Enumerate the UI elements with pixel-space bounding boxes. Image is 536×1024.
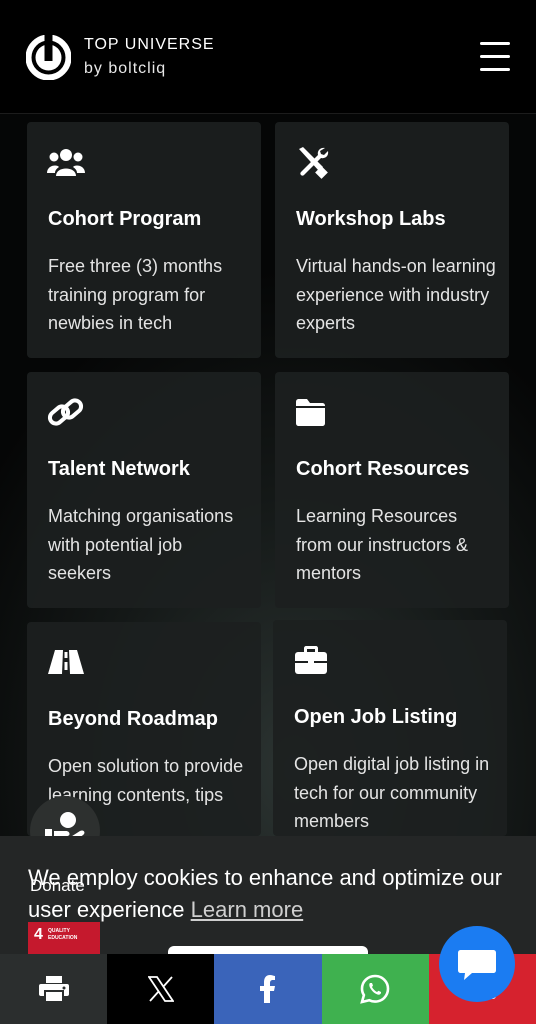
card-cohort-resources[interactable]: Cohort Resources Learning Resources from… (275, 372, 509, 608)
tools-icon (299, 147, 329, 179)
card-description: Learning Resources from our instructors … (296, 506, 469, 583)
card-title: Talent Network (48, 458, 190, 480)
card-talent-network[interactable]: Talent Network Matching organisations wi… (27, 372, 261, 608)
top-universe-logo[interactable] (26, 35, 71, 80)
card-title: Beyond Roadmap (48, 708, 219, 730)
folder-icon (296, 399, 325, 426)
menu-line (480, 68, 510, 71)
link-icon (47, 398, 84, 426)
brand-subtitle: by boltcliq (84, 60, 167, 77)
sdg-number: 4 (34, 926, 43, 943)
x-logo-icon (147, 976, 174, 1002)
share-whatsapp-button[interactable] (321, 954, 429, 1024)
brand-title: TOP UNIVERSE (84, 36, 215, 53)
card-description: Open digital job listing in tech for our… (294, 754, 490, 831)
sdg-quality-education-badge[interactable]: 4 QUALITY EDUCATION (28, 922, 100, 956)
site-header: TOP UNIVERSE by boltcliq (0, 0, 536, 114)
menu-line (480, 55, 510, 58)
chat-bubble-icon (458, 950, 496, 980)
briefcase-icon (295, 646, 327, 674)
share-print-button[interactable] (0, 954, 108, 1024)
card-title: Workshop Labs (296, 208, 446, 230)
card-description: Matching organisations with potential jo… (48, 506, 234, 583)
hamburger-menu-button[interactable] (478, 40, 512, 74)
learn-more-link[interactable]: Learn more (191, 897, 304, 922)
print-icon (38, 976, 69, 1002)
sdg-label: QUALITY EDUCATION (48, 928, 78, 941)
donate-label[interactable]: Donate (30, 876, 85, 896)
share-x-button[interactable] (107, 954, 215, 1024)
card-description: Free three (3) months training program f… (48, 256, 223, 333)
facebook-icon (260, 975, 275, 1003)
card-title: Open Job Listing (294, 706, 458, 728)
cookie-message-container: We employ cookies to enhance and optimiz… (28, 862, 518, 926)
card-cohort-program[interactable]: Cohort Program Free three (3) months tra… (27, 122, 261, 358)
card-open-job-listing[interactable]: Open Job Listing Open digital job listin… (273, 620, 507, 836)
users-group-icon (47, 149, 85, 176)
menu-line (480, 42, 510, 45)
card-title: Cohort Resources (296, 458, 470, 480)
card-description: Virtual hands-on learning experience wit… (296, 256, 496, 333)
chat-button[interactable] (439, 926, 515, 1002)
road-icon (48, 650, 84, 674)
card-title: Cohort Program (48, 208, 202, 230)
share-facebook-button[interactable] (214, 954, 322, 1024)
whatsapp-icon (360, 974, 390, 1004)
card-workshop-labs[interactable]: Workshop Labs Virtual hands-on learning … (275, 122, 509, 358)
